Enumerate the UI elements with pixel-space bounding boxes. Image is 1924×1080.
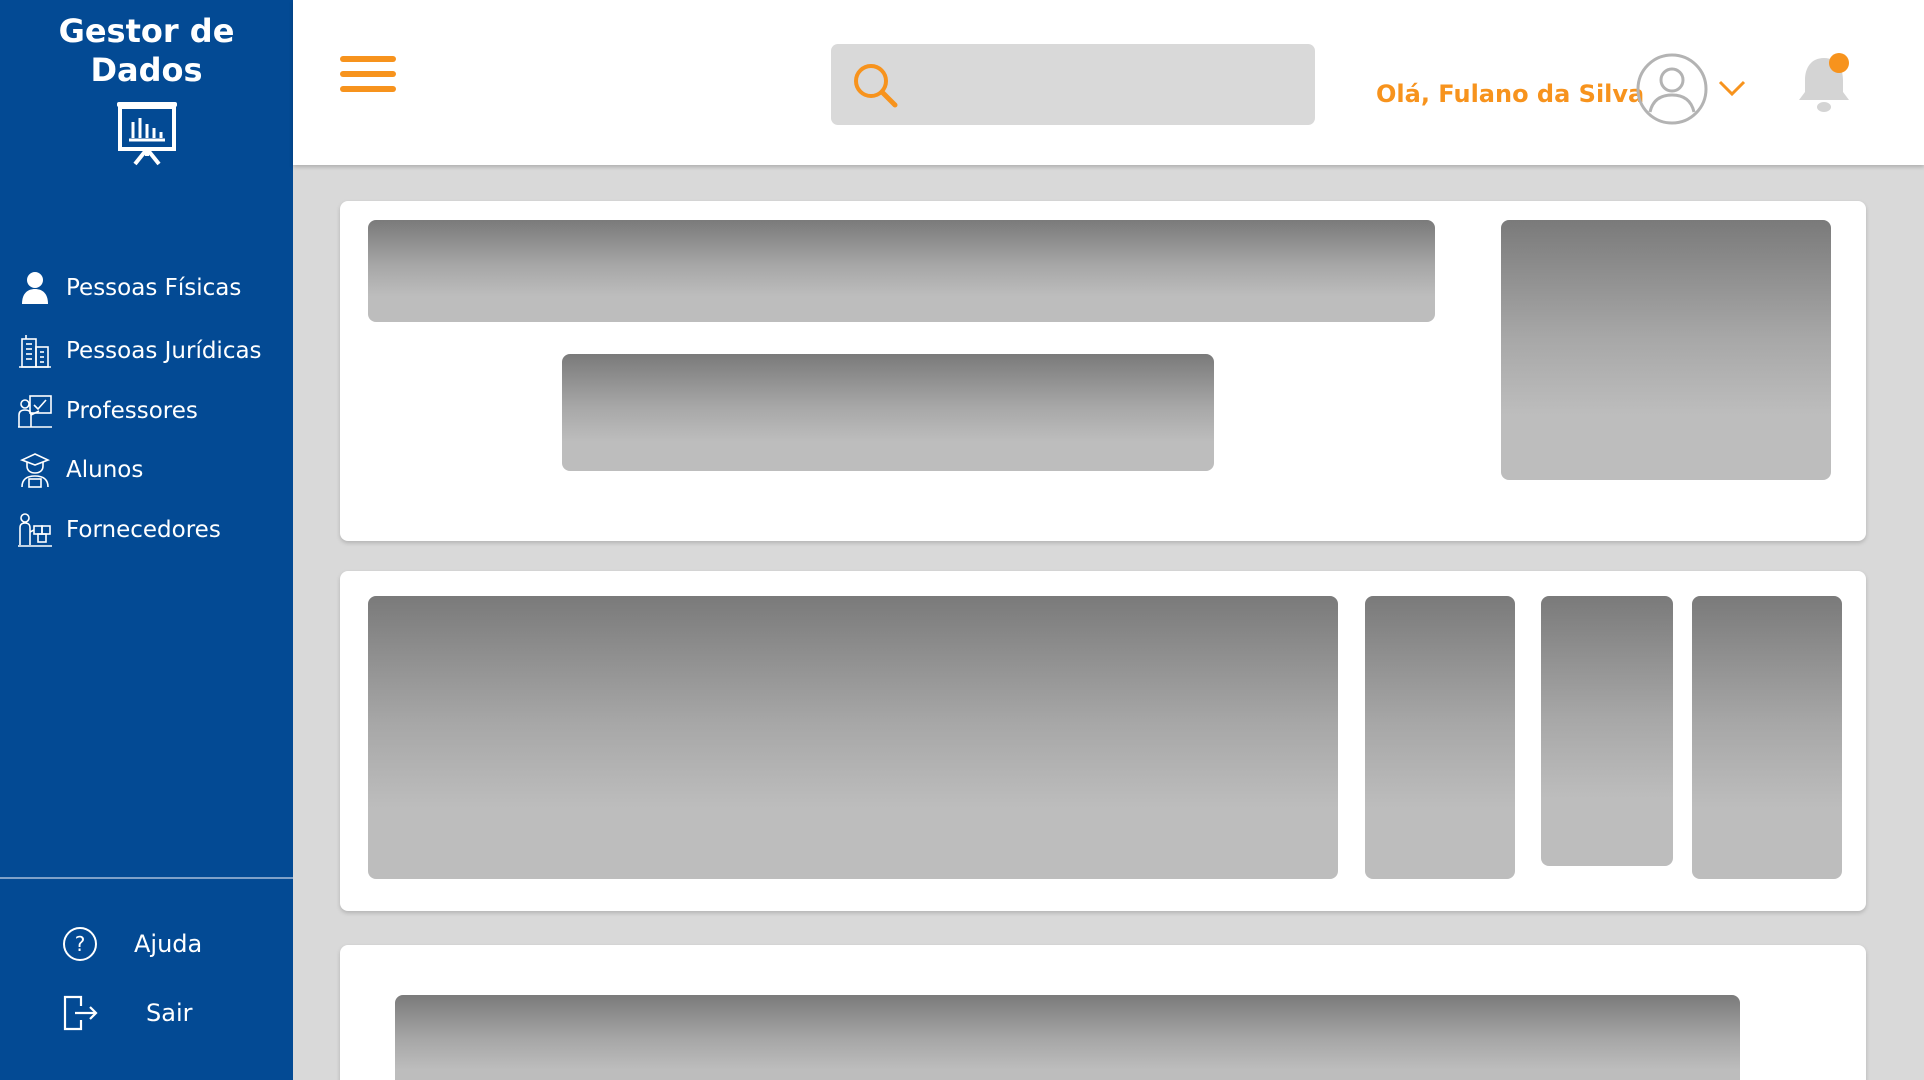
brand: Gestor de Dados <box>0 12 293 170</box>
placeholder-block <box>368 596 1338 879</box>
sidebar-item-fornecedores[interactable]: Fornecedores <box>16 508 286 552</box>
placeholder-block <box>1365 596 1515 879</box>
top-header: Olá, Fulano da Silva <box>293 0 1924 165</box>
teacher-board-icon <box>16 392 54 430</box>
content-card-2 <box>340 571 1866 911</box>
sidebar-item-professores[interactable]: Professores <box>16 389 286 433</box>
search-icon <box>854 63 898 107</box>
search-input[interactable] <box>909 54 1315 115</box>
sidebar-item-label: Pessoas Físicas <box>66 275 242 301</box>
placeholder-block <box>1501 220 1831 480</box>
chevron-down-icon[interactable] <box>1717 78 1747 98</box>
student-icon <box>16 451 54 489</box>
placeholder-block <box>1541 596 1673 866</box>
help-circle-icon: ? <box>60 924 100 964</box>
placeholder-block <box>1692 596 1842 879</box>
search-bar <box>831 44 1315 125</box>
sidebar: Gestor de Dados Pessoas Físicas Pessoas … <box>0 0 293 1080</box>
app-root: Gestor de Dados Pessoas Físicas Pessoas … <box>0 0 1924 1080</box>
user-greeting: Olá, Fulano da Silva <box>1376 80 1645 108</box>
help-label: Ajuda <box>134 930 203 958</box>
placeholder-block <box>562 354 1214 471</box>
content-card-1 <box>340 201 1866 541</box>
presentation-chart-icon <box>116 102 177 166</box>
sidebar-item-pessoas-juridicas[interactable]: Pessoas Jurídicas <box>16 329 286 373</box>
logout-button[interactable]: Sair <box>60 988 260 1038</box>
supplier-icon <box>16 511 54 549</box>
person-icon <box>16 269 54 307</box>
sidebar-divider <box>0 877 293 879</box>
logout-label: Sair <box>146 999 193 1027</box>
hamburger-menu-icon[interactable] <box>340 56 396 96</box>
notification-bell-icon[interactable] <box>1793 50 1855 116</box>
brand-title: Gestor de Dados <box>58 12 235 89</box>
user-avatar-icon[interactable] <box>1635 52 1709 126</box>
content-card-3 <box>340 945 1866 1080</box>
svg-text:?: ? <box>75 932 86 956</box>
sidebar-item-label: Professores <box>66 398 198 424</box>
building-icon <box>16 332 54 370</box>
sidebar-item-label: Alunos <box>66 457 144 483</box>
placeholder-block <box>395 995 1740 1080</box>
placeholder-block <box>368 220 1435 322</box>
sidebar-item-label: Fornecedores <box>66 517 221 543</box>
logout-icon <box>60 993 100 1033</box>
sidebar-item-pessoas-fisicas[interactable]: Pessoas Físicas <box>16 266 286 310</box>
sidebar-item-label: Pessoas Jurídicas <box>66 338 262 364</box>
help-button[interactable]: ? Ajuda <box>60 919 260 969</box>
sidebar-item-alunos[interactable]: Alunos <box>16 448 286 492</box>
